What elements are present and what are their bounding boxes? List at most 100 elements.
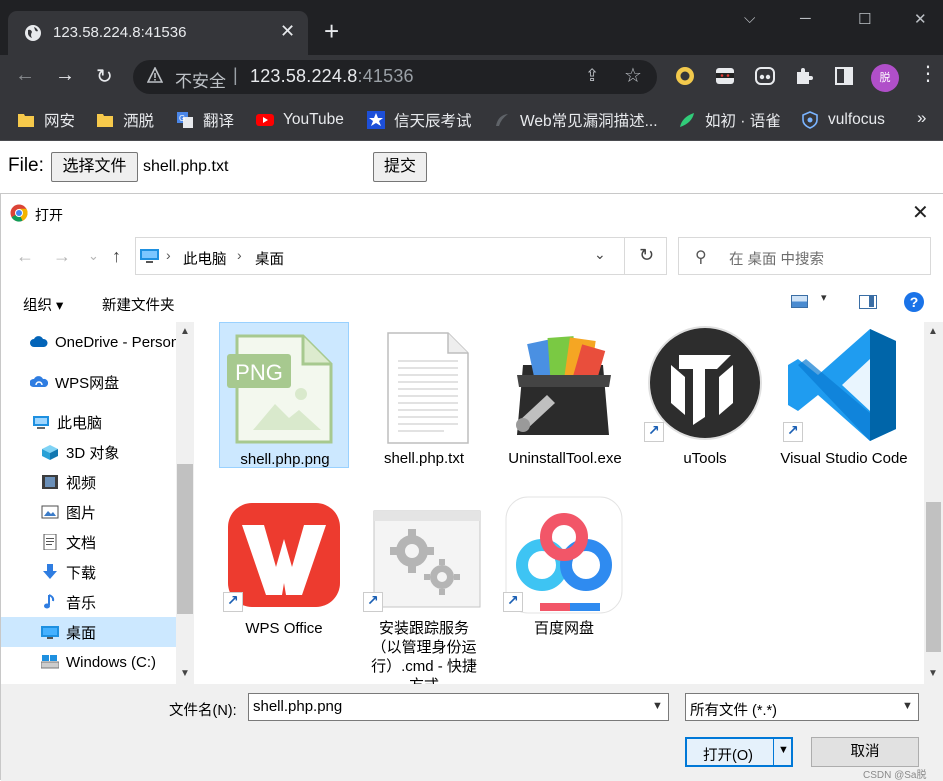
choose-file-button[interactable]: 选择文件: [51, 152, 138, 182]
nav-scroll-thumb[interactable]: [177, 464, 193, 614]
new-tab-button[interactable]: +: [324, 18, 339, 44]
tab-close-icon[interactable]: ✕: [280, 21, 295, 42]
scroll-up-icon[interactable]: ▲: [928, 326, 938, 337]
bookmark-wangan[interactable]: 网安: [17, 109, 75, 131]
refresh-icon[interactable]: ↻: [624, 237, 668, 275]
extension-mask-icon[interactable]: [754, 65, 776, 87]
bookmark-label: 信天辰考试: [394, 113, 472, 130]
dialog-forward-icon[interactable]: →: [53, 246, 71, 267]
file-type-dropdown-icon[interactable]: ▼: [902, 700, 913, 712]
new-folder-button[interactable]: 新建文件夹: [102, 294, 175, 315]
file-type-select[interactable]: 所有文件 (*.*) ▼: [685, 693, 919, 721]
bookmark-yuque[interactable]: 如初 · 语雀: [678, 109, 781, 131]
file-item-cmd-shortcut[interactable]: 安装跟踪服务（以管理身份运行）.cmd - 快捷方式: [359, 492, 489, 684]
nav-wps-cloud[interactable]: WPS网盘: [1, 367, 176, 397]
nav-this-pc[interactable]: 此电脑: [1, 407, 176, 437]
scroll-up-icon[interactable]: ▲: [180, 326, 190, 337]
bookmark-label: 翻译: [203, 113, 235, 130]
bookmark-youtube[interactable]: YouTube: [256, 109, 344, 131]
filename-dropdown-icon[interactable]: ▼: [652, 700, 663, 712]
picture-icon: [41, 505, 59, 519]
bookmark-xintianchen[interactable]: 信天辰考试: [367, 109, 472, 131]
breadcrumb-desktop[interactable]: 桌面: [255, 248, 284, 269]
dialog-close-icon[interactable]: ✕: [912, 200, 929, 225]
back-icon[interactable]: ←: [15, 64, 35, 87]
minimize-icon[interactable]: ─: [800, 10, 811, 27]
help-icon[interactable]: ?: [904, 292, 924, 312]
extension-ninja-icon[interactable]: [714, 65, 736, 87]
share-icon[interactable]: ⇪: [585, 66, 599, 86]
nav-downloads[interactable]: 下载: [1, 557, 176, 587]
dialog-address-bar[interactable]: › 此电脑 › 桌面 ⌄ ↻: [135, 237, 667, 275]
profile-avatar[interactable]: 脱: [871, 64, 899, 92]
dialog-title: 打开: [35, 207, 63, 223]
security-label[interactable]: 不安全: [175, 67, 226, 92]
address-bar[interactable]: 不安全 | 123.58.224.8:41536 ⇪ ☆: [133, 60, 657, 94]
side-panel-icon[interactable]: [833, 65, 855, 87]
folder-icon: [18, 114, 34, 127]
file-item-uninstalltool[interactable]: UninstallTool.exe: [500, 322, 630, 498]
forward-icon[interactable]: →: [55, 64, 75, 87]
file-scroll-thumb[interactable]: [926, 502, 941, 652]
bookmark-web-vulns[interactable]: Web常见漏洞描述...: [493, 109, 658, 131]
bookmark-satuo[interactable]: 洒脱: [96, 109, 154, 131]
chosen-file-name: shell.php.txt: [143, 158, 229, 175]
nav-music[interactable]: 音乐: [1, 587, 176, 617]
extensions-puzzle-icon[interactable]: [793, 65, 815, 87]
filename-input[interactable]: shell.php.png ▼: [248, 693, 669, 721]
file-item-utools[interactable]: uTools: [640, 322, 770, 498]
extension-ring-icon[interactable]: [674, 65, 696, 87]
nav-pictures[interactable]: 图片: [1, 497, 176, 527]
browser-tab[interactable]: 123.58.224.8:41536 ✕: [8, 11, 308, 55]
bookmark-star-icon[interactable]: ☆: [624, 63, 642, 88]
recent-locations-icon[interactable]: ⌄: [88, 248, 99, 264]
bookmark-translate[interactable]: G 翻译: [176, 109, 234, 131]
tab-search-icon[interactable]: ⌵: [744, 10, 755, 27]
globe-icon: [25, 25, 41, 41]
file-item-shell-php-txt[interactable]: shell.php.txt: [359, 322, 489, 498]
reload-icon[interactable]: ↻: [96, 64, 113, 89]
file-item-baidu-netdisk[interactable]: 百度网盘: [499, 492, 629, 668]
file-item-vscode[interactable]: Visual Studio Code: [779, 322, 909, 498]
nav-3d-objects[interactable]: 3D 对象: [1, 437, 176, 467]
open-button[interactable]: 打开(O) ▼: [685, 737, 793, 767]
file-item-shell-php-png[interactable]: PNG shell.php.png: [219, 322, 349, 468]
file-pane-scrollbar[interactable]: ▲ ▼: [924, 322, 943, 684]
nav-onedrive[interactable]: OneDrive - Personal: [1, 327, 191, 357]
scroll-down-icon[interactable]: ▼: [928, 668, 938, 679]
nav-label: 3D 对象: [66, 444, 120, 462]
dialog-search-box[interactable]: ⚲ 在 桌面 中搜索: [678, 237, 931, 275]
up-folder-icon[interactable]: ↑: [112, 246, 121, 267]
nav-scrollbar[interactable]: ▲ ▼: [176, 322, 194, 684]
svg-text:G: G: [179, 114, 185, 123]
url-text[interactable]: 123.58.224.8:41536: [250, 66, 414, 87]
file-name: UninstallTool.exe: [508, 450, 622, 467]
submit-button[interactable]: 提交: [373, 152, 427, 182]
cancel-button[interactable]: 取消: [811, 737, 919, 767]
filename-value: shell.php.png: [253, 698, 343, 715]
file-item-wps-office[interactable]: WPS Office: [219, 492, 349, 668]
address-dropdown-icon[interactable]: ⌄: [594, 246, 606, 263]
breadcrumb-this-pc[interactable]: 此电脑: [183, 248, 227, 269]
nav-desktop[interactable]: 桌面: [1, 617, 176, 647]
breadcrumb-separator: ›: [166, 247, 171, 263]
preview-pane-icon[interactable]: [859, 295, 877, 309]
organize-menu[interactable]: 组织 ▾: [23, 294, 63, 315]
menu-dots-icon[interactable]: ⋮: [918, 64, 938, 84]
drive-icon: [41, 655, 59, 669]
search-icon: ⚲: [695, 249, 707, 266]
maximize-icon[interactable]: ☐: [858, 10, 871, 28]
view-icon[interactable]: [791, 295, 808, 308]
nav-drive-c[interactable]: Windows (C:): [1, 647, 176, 677]
scroll-down-icon[interactable]: ▼: [180, 668, 190, 679]
more-bookmarks-icon[interactable]: »: [917, 108, 926, 128]
nav-documents[interactable]: 文档: [1, 527, 176, 557]
window-close-icon[interactable]: ✕: [914, 10, 927, 28]
file-name: 百度网盘: [533, 620, 594, 637]
view-dropdown-icon[interactable]: ▾: [821, 291, 827, 304]
bookmark-vulfocus[interactable]: vulfocus: [801, 109, 885, 131]
shortcut-arrow-icon: [223, 592, 243, 612]
open-dropdown-icon[interactable]: ▼: [778, 744, 789, 756]
dialog-back-icon[interactable]: ←: [16, 246, 34, 267]
nav-videos[interactable]: 视频: [1, 467, 176, 497]
